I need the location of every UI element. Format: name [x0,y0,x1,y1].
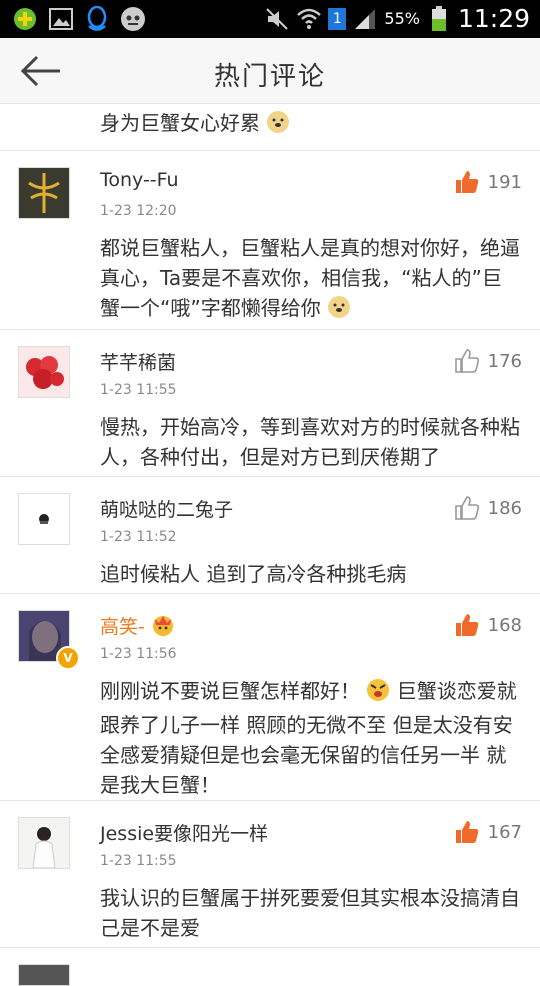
like-button[interactable]: 167 [454,819,522,845]
like-button[interactable]: 186 [454,495,522,521]
username[interactable]: 萌哒哒的二兔子 [100,495,233,522]
robot-icon [120,6,146,32]
wifi-icon [296,6,322,32]
app-header: 热门评论 [0,38,540,104]
verified-badge-icon: V [56,646,80,670]
comment-item: 芊芊稀菌 1-23 11:55 176 慢热，开始高冷，等到喜欢对方的时候就各种… [0,330,540,477]
comment-text: 身为巨蟹女心好累 [100,108,520,142]
username[interactable]: 芊芊稀菌 [100,348,176,375]
system-indicators: 1 55% 11:29 [264,4,530,33]
comment-time: 1-23 11:55 [100,853,177,869]
like-count: 186 [487,497,522,519]
comment-text: 我认识的巨蟹属于拼死要爱但其实根本没搞清自己是不是爱 [100,886,520,940]
like-count: 167 [487,821,522,843]
partial-comment: 身为巨蟹女心好累 [0,104,540,151]
username[interactable]: Jessie要像阳光一样 [100,819,268,846]
battery-icon [426,5,452,32]
thumbs-up-icon [455,821,478,843]
like-count: 168 [487,614,522,636]
comment-item: 萌哒哒的二兔子 1-23 11:52 186 追时候粘人 追到了高冷各种挑毛病 [0,477,540,594]
vip-crown-icon [151,613,175,642]
avatar[interactable] [18,493,70,545]
avatar[interactable] [18,964,70,986]
mute-icon [264,6,290,32]
like-button[interactable]: 168 [454,612,522,638]
thumbs-up-icon [454,496,479,520]
signal-icon [352,6,378,32]
comment-time: 1-23 11:55 [100,382,177,398]
username[interactable]: 高笑- [100,612,175,642]
doge-emoji-icon [327,295,351,327]
comment-text: 追时候粘人 追到了高冷各种挑毛病 [100,562,407,586]
thumbs-up-icon [455,171,478,193]
doge-emoji-icon [266,110,290,142]
thumbs-up-icon [455,614,478,636]
avatar[interactable] [18,346,70,398]
partial-comment-next [0,948,540,986]
comment-item: Tony--Fu 1-23 12:20 191 都说巨蟹粘人，巨蟹粘人是真的想对… [0,151,540,330]
avatar[interactable] [18,167,70,219]
notification-icons [12,6,146,32]
angry-emoji-icon [366,678,390,710]
comment-time: 1-23 11:56 [100,646,177,662]
comment-text: 都说巨蟹粘人，巨蟹粘人是真的想对你好，绝逼真心，Ta要是不喜欢你，相信我，“粘人… [100,233,520,327]
comment-time: 1-23 11:52 [100,529,177,545]
comment-item: V 高笑- 1-23 11:56 168 刚刚说不要说巨蟹怎样都好！ 巨蟹谈恋爱… [0,594,540,801]
comment-text: 慢热，开始高冷，等到喜欢对方的时候就各种粘人，各种付出，但是对方已到厌倦期了 [100,415,520,469]
image-notification-icon [48,6,74,32]
clock: 11:29 [457,4,530,33]
comment-item: Jessie要像阳光一样 1-23 11:55 167 我认识的巨蟹属于拼死要爱… [0,801,540,948]
status-bar: 1 55% 11:29 [0,0,540,38]
comment-text: 刚刚说不要说巨蟹怎样都好！ 巨蟹谈恋爱就跟养了儿子一样 照顾的无微不至 但是太没… [100,678,517,797]
sim-badge: 1 [328,7,347,30]
comment-time: 1-23 12:20 [100,203,177,219]
page-title: 热门评论 [213,62,326,92]
thumbs-up-icon [454,349,479,373]
app-notification-icon [12,6,38,32]
username[interactable]: Tony--Fu [100,169,179,191]
avatar[interactable] [18,817,70,869]
comment-list: 身为巨蟹女心好累 Tony--Fu 1-23 12:20 191 都说巨蟹粘人，… [0,104,540,986]
like-count: 176 [487,350,522,372]
like-button[interactable]: 191 [454,169,522,195]
like-button[interactable]: 176 [454,348,522,374]
qq-icon [84,6,110,32]
like-count: 191 [487,171,522,193]
battery-percent: 55% [384,9,420,28]
